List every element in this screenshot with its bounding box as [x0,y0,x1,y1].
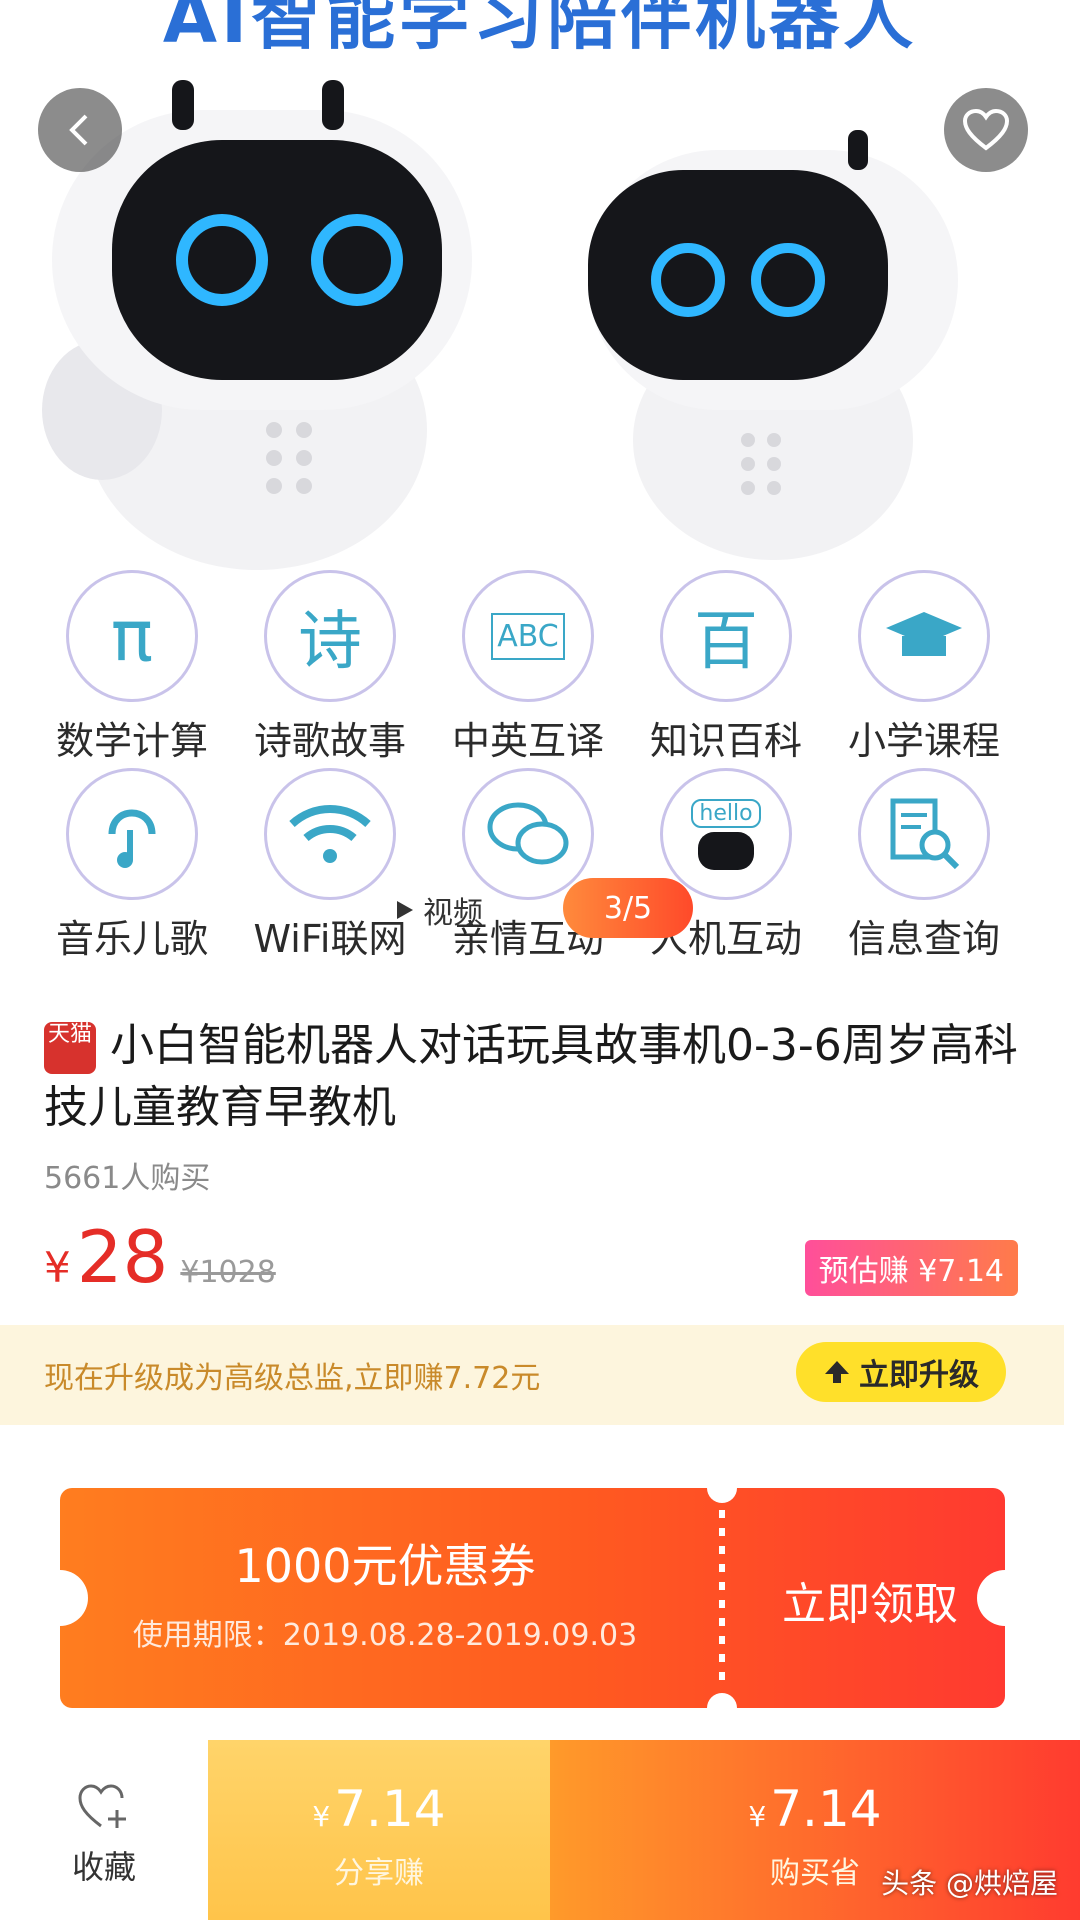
heart-plus-icon [78,1784,126,1828]
tmall-badge-icon: 天猫 [44,1022,96,1074]
coupon-divider [719,1510,725,1686]
hero-banner-text: AI智能学习陪伴机器人 [162,0,918,59]
coupon-period: 使用期限：2019.08.28-2019.09.03 [132,1618,638,1653]
feature-item: 音乐儿歌 [34,768,230,968]
play-icon [397,901,413,919]
feature-item: 诗 诗歌故事 [232,570,428,770]
coupon-card[interactable]: 1000元优惠券 使用期限：2019.08.28-2019.09.03 立即领取 [60,1488,1005,1708]
video-label: 视频 [423,896,483,931]
product-info: 天猫 小白智能机器人对话玩具故事机0-3-6周岁高科技儿童教育早教机 5661人… [0,985,1080,1325]
product-detail-page: AI智能学习陪伴机器人 π 数学计算 诗 诗歌故事 ABC 中英互译 百 知识百… [0,0,1080,1920]
video-toggle[interactable]: 视频 [395,885,483,935]
chat-bubbles-icon [487,802,569,865]
coupon-cut [707,1488,737,1503]
buy-amount: ¥7.14 [550,1780,1080,1838]
poem-icon: 诗 [298,605,362,679]
feature-label: 音乐儿歌 [55,917,208,961]
tmall-badge-text: 天猫 [47,1022,92,1047]
back-button[interactable] [38,88,122,172]
favorite-heart-button[interactable] [944,88,1028,172]
coupon-cut [707,1693,737,1708]
wifi-icon [289,805,371,863]
image-counter: 3/5 [563,878,693,938]
product-image-carousel[interactable]: AI智能学习陪伴机器人 π 数学计算 诗 诗歌故事 ABC 中英互译 百 知识百… [0,0,1080,985]
abc-blocks-icon: ABC [491,612,565,660]
upgrade-banner: 现在升级成为高级总监,立即赚7.72元 立即升级 [0,1325,1064,1425]
share-earn-button[interactable]: ¥7.14 分享赚 [208,1740,550,1920]
graduation-cap-icon [886,612,962,656]
feature-label: 知识百科 [649,719,802,763]
feature-item: ABC 中英互译 [430,570,626,770]
share-label: 分享赚 [334,1856,424,1891]
price-row: ¥ 28 ¥1028 [44,1215,276,1299]
feature-item: WiFi联网 [232,768,428,968]
feature-label: 诗歌故事 [253,719,406,763]
feature-item: hello 人机互动 [628,768,824,968]
favorite-button[interactable]: 收藏 [0,1740,208,1920]
claim-coupon-button[interactable]: 立即领取 [735,1568,1005,1632]
currency-symbol: ¥ [748,1800,767,1833]
chevron-left-icon [69,114,88,146]
feature-item: 信息查询 [826,768,1022,968]
buy-amount-value: 7.14 [770,1780,882,1838]
product-title-text: 小白智能机器人对话玩具故事机0-3-6周岁高科技儿童教育早教机 [44,1020,1018,1133]
currency-symbol: ¥ [44,1243,71,1292]
music-ear-icon [108,809,156,868]
upgrade-button-label: 立即升级 [859,1358,979,1393]
feature-label: 信息查询 [847,917,1000,961]
feature-label: 中英互译 [451,719,604,763]
feature-item: 亲情互动 [430,768,626,968]
arrow-up-icon [825,1361,849,1383]
feature-label: 小学课程 [847,719,1000,763]
feature-item: 小学课程 [826,570,1022,770]
robot-image-right [588,130,958,560]
encyclopedia-icon: 百 [694,605,758,679]
document-search-icon [890,798,960,870]
product-title: 天猫 小白智能机器人对话玩具故事机0-3-6周岁高科技儿童教育早教机 [44,1015,1034,1139]
original-price: ¥1028 [180,1255,276,1290]
currency-symbol: ¥ [312,1800,331,1833]
share-amount-value: 7.14 [334,1780,446,1838]
sold-count: 5661人购买 [44,1161,211,1196]
heart-icon [962,108,1010,151]
pi-icon: π [110,595,154,677]
feature-icon-grid: π 数学计算 诗 诗歌故事 ABC 中英互译 百 知识百科 小学课程 音乐儿歌 … [0,570,1080,985]
favorite-label: 收藏 [71,1848,136,1886]
upgrade-text: 现在升级成为高级总监,立即赚7.72元 [44,1361,541,1396]
feature-label: 数学计算 [55,719,208,763]
feature-item: π 数学计算 [34,570,230,770]
feature-item: 百 知识百科 [628,570,824,770]
upgrade-button[interactable]: 立即升级 [796,1342,1006,1402]
bottom-action-bar: 收藏 ¥7.14 分享赚 ¥7.14 购买省 头条 @烘焙屋 [0,1740,1080,1920]
share-amount: ¥7.14 [208,1780,550,1838]
watermark: 头条 @烘焙屋 [881,1867,1058,1900]
sale-price: 28 [76,1215,169,1299]
robot-hello-icon: hello [691,798,761,828]
coupon-amount: 1000元优惠券 [234,1539,536,1593]
estimated-earn-badge: 预估赚 ¥7.14 [804,1240,1018,1296]
